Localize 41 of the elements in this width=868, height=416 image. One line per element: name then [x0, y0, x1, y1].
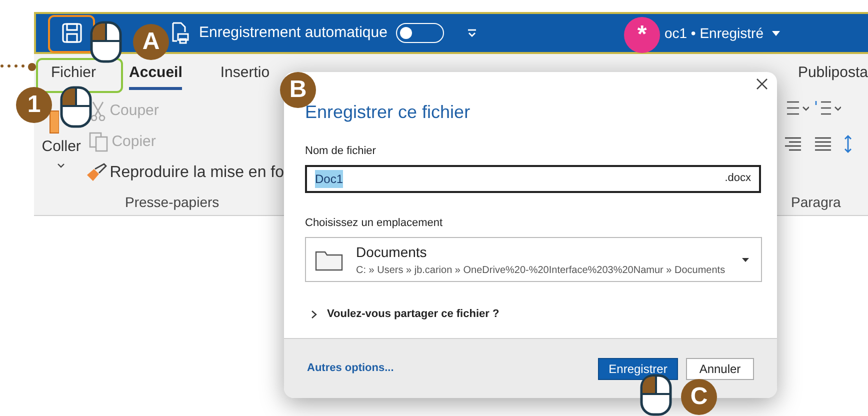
line-spacing-icon[interactable]: [843, 134, 853, 154]
document-status[interactable]: oc1 • Enregistré: [664, 22, 764, 44]
close-icon[interactable]: [756, 78, 768, 90]
more-options-link[interactable]: Autres options...: [307, 360, 394, 377]
chevron-icon: [311, 310, 317, 319]
print-preview-icon[interactable]: [170, 22, 190, 44]
field-label: Nom de fichier: [305, 144, 377, 159]
ribbon-tab[interactable]: Insertio: [220, 62, 270, 90]
group-label: Presse-papiers: [124, 193, 220, 212]
ribbon-tab[interactable]: Fichier: [51, 62, 96, 90]
customize-caret-icon[interactable]: [466, 28, 478, 38]
save-button[interactable]: Enregistrer: [598, 358, 678, 380]
caret-icon: [772, 30, 780, 36]
field-label: Choisissez un emplacement: [305, 216, 444, 230]
autosave-toggle[interactable]: [396, 23, 444, 43]
paste-label[interactable]: Coller: [42, 136, 81, 158]
numbered-list-icon[interactable]: [815, 100, 841, 116]
justify-icon[interactable]: [813, 136, 833, 152]
cancel-button[interactable]: Annuler: [686, 358, 754, 380]
share-expander[interactable]: Voulez-vous partager ce fichier ?: [305, 306, 756, 322]
copy-icon: [88, 132, 109, 152]
location-dropdown[interactable]: Documents C: » Users » jb.carion » OneDrive%20-%20Interface%203%20Namur » Documents: [305, 237, 762, 282]
dotted-leader-line: [0, 61, 36, 71]
filename-field[interactable]: Doc1 .docx: [305, 164, 761, 192]
annotation-marker: 1: [16, 87, 52, 123]
ribbon-tab[interactable]: Publiposta: [798, 62, 868, 90]
ribbon-tab[interactable]: Accueil: [129, 62, 182, 90]
folder-icon: [315, 248, 343, 270]
save-icon[interactable]: [60, 21, 84, 45]
clipboard-command[interactable]: Reproduire la mise en fo: [84, 161, 284, 185]
clipboard-icon[interactable]: [49, 110, 59, 134]
autosave-label: Enregistrement automatique: [199, 22, 388, 43]
caret-icon: [742, 258, 749, 262]
group-label: Paragra: [790, 193, 842, 212]
mouse-icon: [90, 21, 122, 63]
caret-icon[interactable]: [57, 162, 66, 168]
annotation-marker: C: [681, 379, 717, 415]
paintbrush-icon: [84, 163, 107, 183]
scissors-icon: [88, 101, 107, 122]
align-right-icon[interactable]: [783, 136, 803, 152]
mouse-icon: [60, 86, 92, 128]
